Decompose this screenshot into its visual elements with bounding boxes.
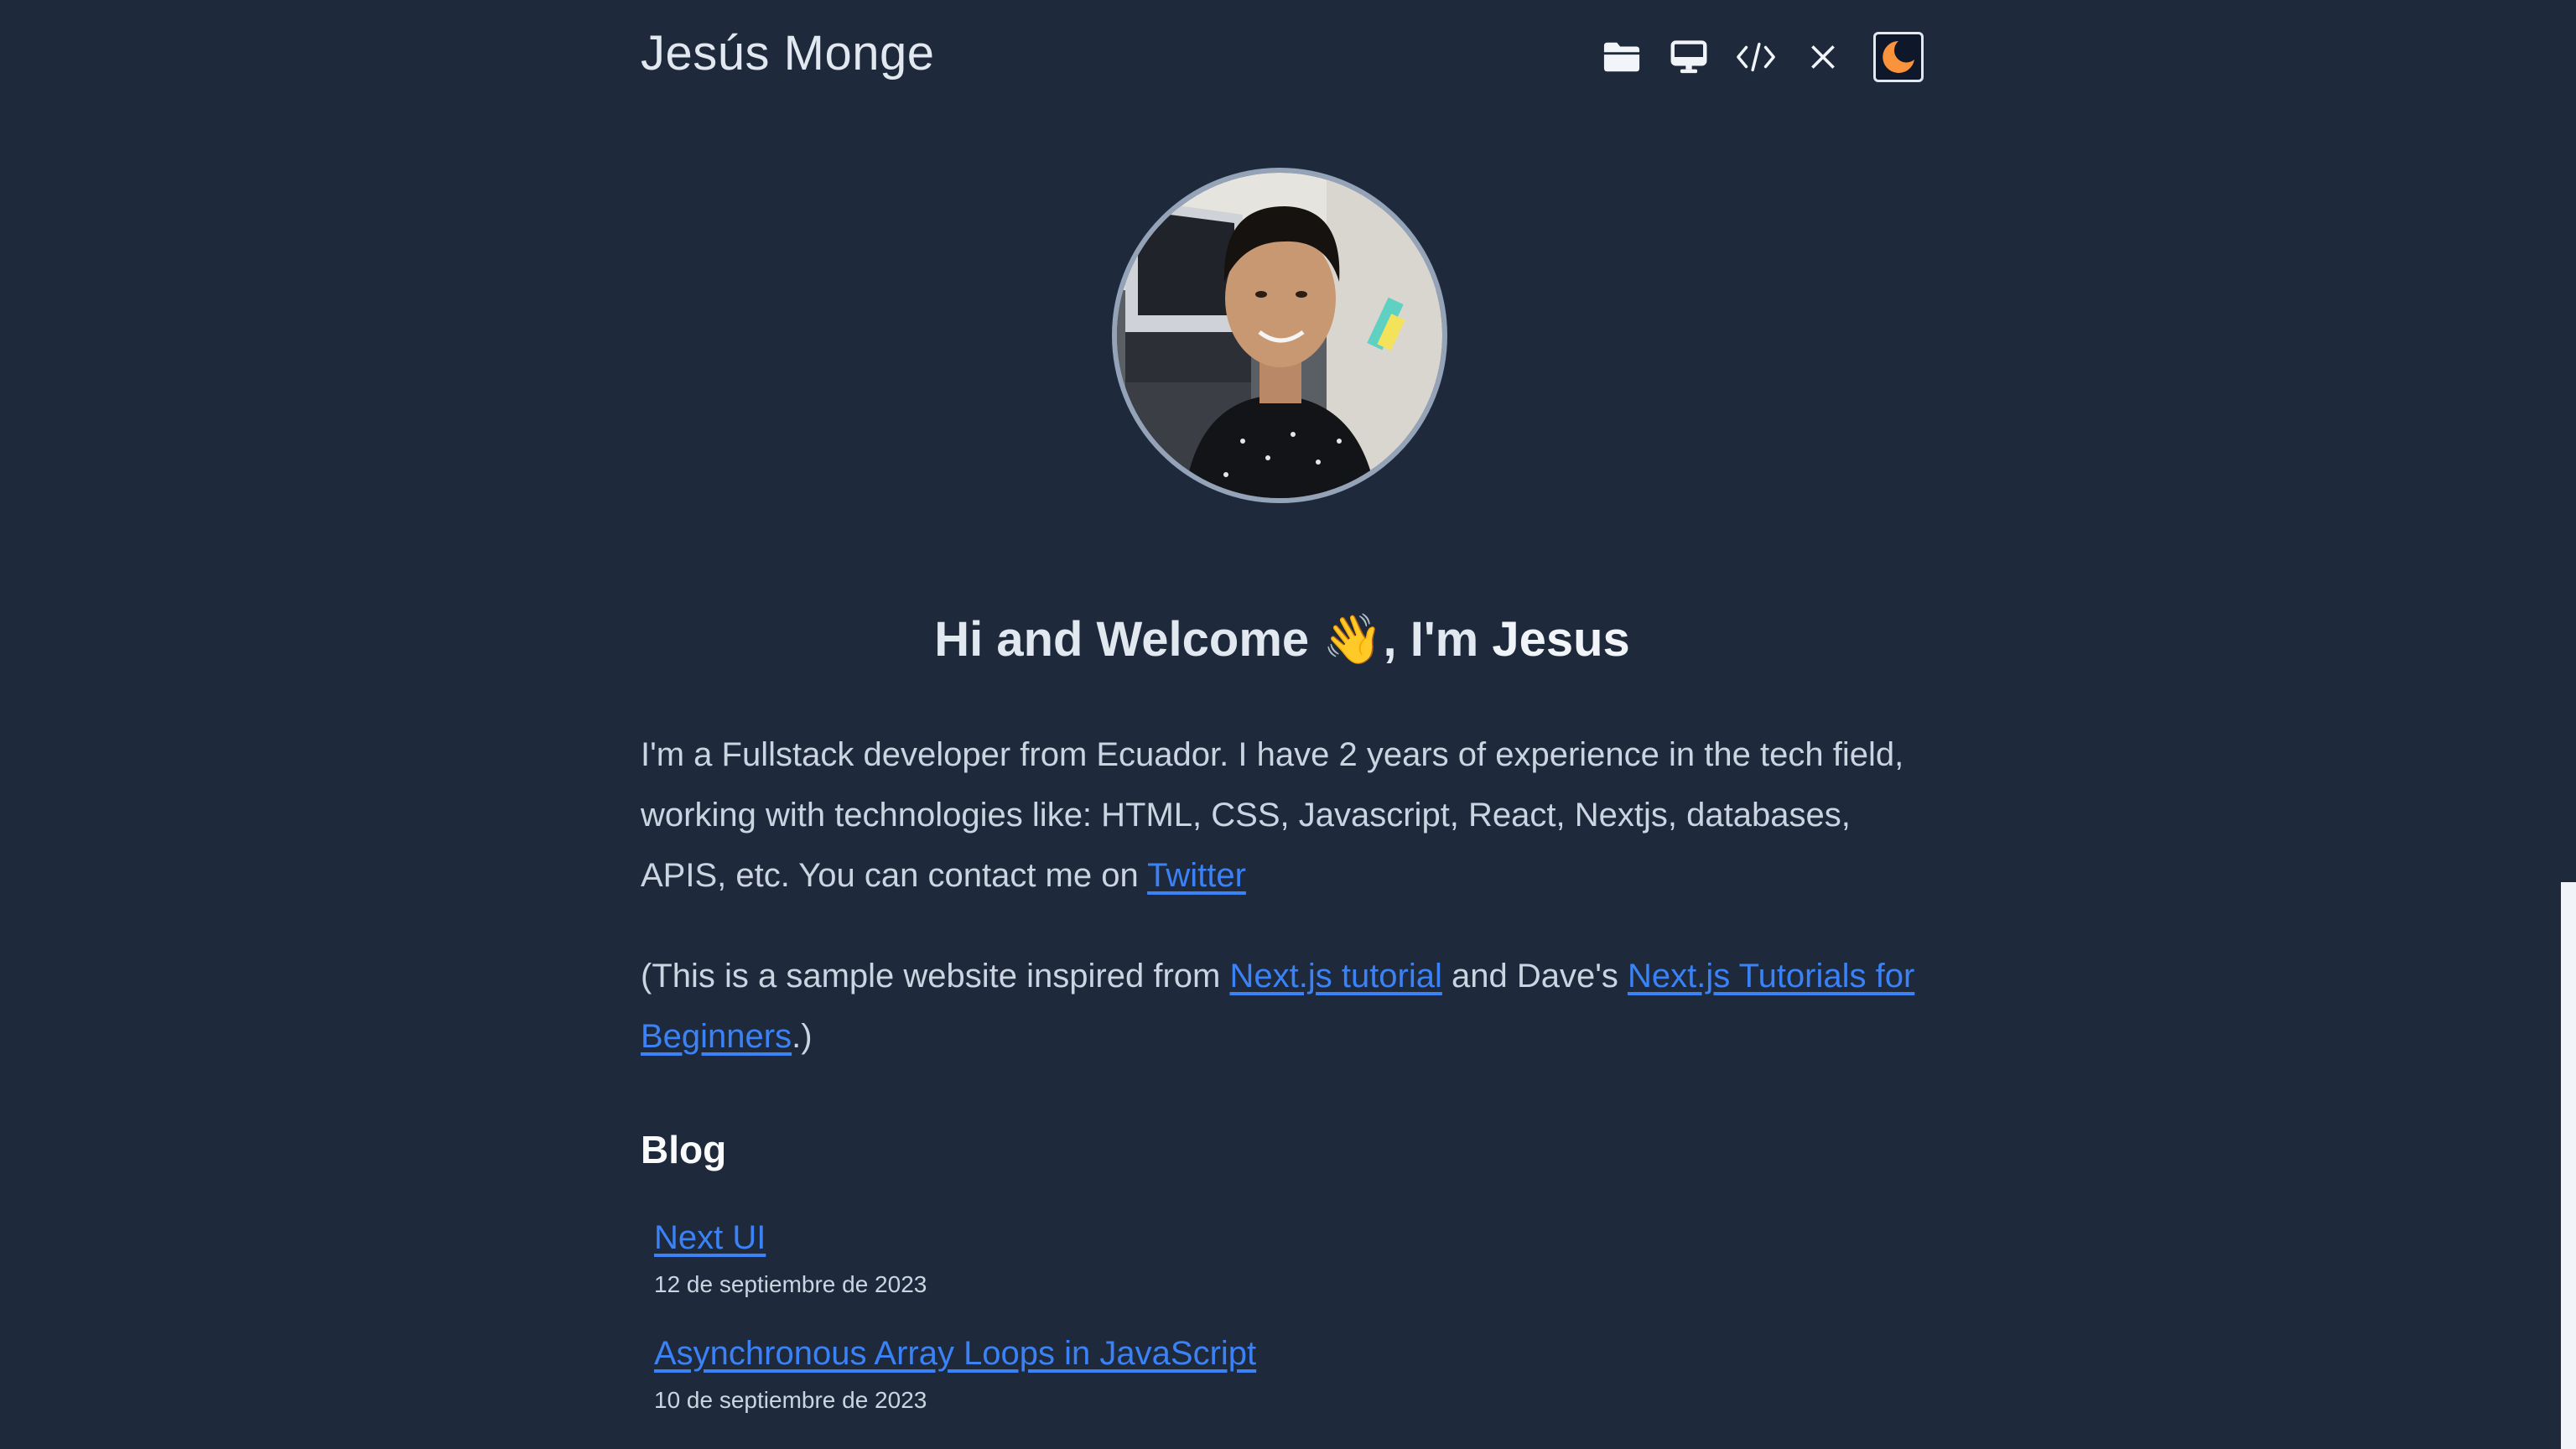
sample-note-middle: and Dave's [1441, 958, 1628, 995]
scrollbar-thumb[interactable] [2561, 882, 2576, 1449]
blog-post-list: Next UI 12 de septiembre de 2023 Asynchr… [654, 1214, 1256, 1446]
blog-post-link[interactable]: Next UI [654, 1219, 766, 1256]
greeting-prefix: Hi and Welcome [934, 611, 1323, 667]
blog-post-date: 10 de septiembre de 2023 [654, 1387, 927, 1413]
profile-photo [1117, 173, 1442, 498]
blog-post-link[interactable]: Asynchronous Array Loops in JavaScript [654, 1335, 1256, 1372]
blog-post-item: Asynchronous Array Loops in JavaScript 1… [654, 1330, 1256, 1419]
folder-icon[interactable] [1598, 32, 1645, 82]
greeting-middle: , I'm [1383, 611, 1493, 667]
blog-post-item: Next UI 12 de septiembre de 2023 [654, 1214, 1256, 1303]
x-close-icon[interactable] [1800, 32, 1846, 82]
greeting-name: Jesus [1492, 611, 1630, 667]
greeting-heading: Hi and Welcome 👋, I'm Jesus [641, 611, 1924, 668]
site-title-link[interactable]: Jesús Monge [641, 25, 934, 81]
code-icon[interactable] [1732, 32, 1779, 82]
nextjs-tutorial-link[interactable]: Next.js tutorial [1229, 958, 1441, 995]
site-header: Jesús Monge [641, 0, 1924, 114]
twitter-link[interactable]: Twitter [1147, 857, 1246, 894]
blog-heading: Blog [641, 1128, 727, 1171]
monitor-icon[interactable] [1665, 32, 1712, 82]
theme-toggle-button[interactable] [1873, 32, 1924, 82]
moon-icon [1883, 41, 1914, 73]
header-nav [1598, 32, 1924, 82]
profile-avatar [1112, 168, 1447, 503]
sample-note-paragraph: (This is a sample website inspired from … [641, 946, 1924, 1067]
blog-post-date: 12 de septiembre de 2023 [654, 1271, 927, 1297]
sample-note-suffix: .) [792, 1018, 813, 1055]
intro-paragraph: I'm a Fullstack developer from Ecuador. … [641, 724, 1924, 906]
page: Jesús Monge Hi and Welcome 👋, I'm Jesus … [0, 0, 2576, 1449]
wave-emoji: 👋 [1322, 611, 1384, 667]
sample-note-prefix: (This is a sample website inspired from [641, 958, 1230, 995]
main-container: Jesús Monge Hi and Welcome 👋, I'm Jesus … [641, 0, 1924, 1413]
intro-text: I'm a Fullstack developer from Ecuador. … [641, 736, 1904, 894]
